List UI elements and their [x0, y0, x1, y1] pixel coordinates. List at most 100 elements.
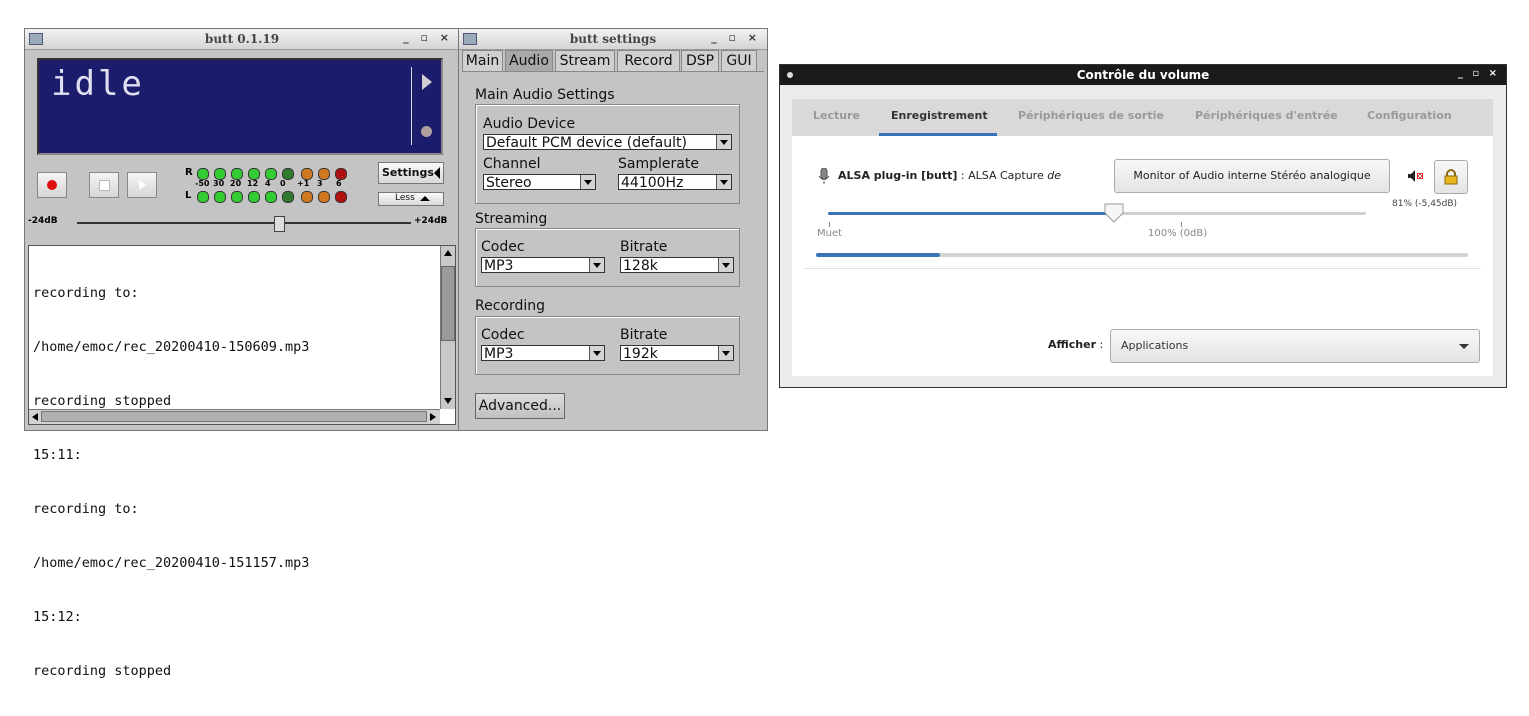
log-horizontal-scrollbar[interactable]	[29, 409, 440, 424]
stream-desc-em: de	[1047, 169, 1061, 182]
window-controls[interactable]: _ ▫ ×	[1458, 68, 1500, 79]
rec-bitrate-value: 192k	[623, 346, 658, 361]
vu-led	[282, 168, 294, 180]
vu-scale-label: 4	[265, 179, 271, 188]
log-line: recording stopped	[33, 663, 172, 679]
tab-main[interactable]: Main	[462, 50, 503, 72]
vu-led	[197, 191, 209, 203]
dropdown-arrow-icon	[589, 346, 604, 360]
channel-value: Stereo	[486, 175, 532, 190]
rec-bitrate-select[interactable]: 192k	[620, 345, 734, 361]
stream-bitrate-value: 128k	[623, 258, 658, 273]
vu-led	[231, 168, 243, 180]
vu-led	[301, 191, 313, 203]
vu-scale-label: 0	[280, 179, 286, 188]
log-hscroll-thumb[interactable]	[41, 411, 427, 422]
source-device-button[interactable]: Monitor of Audio interne Stéréo analogiq…	[1114, 159, 1390, 193]
show-filter-value: Applications	[1121, 339, 1189, 352]
log-scroll-thumb[interactable]	[441, 266, 455, 341]
tab-record[interactable]: Record	[617, 50, 680, 72]
tab-dsp[interactable]: DSP	[681, 50, 719, 72]
rec-bitrate-label: Bitrate	[620, 327, 668, 343]
log-line: 15:12:	[33, 609, 82, 625]
dropdown-arrow-icon	[718, 346, 733, 360]
vu-right-label: R	[185, 167, 193, 178]
channel-select[interactable]: Stereo	[483, 174, 596, 190]
butt-titlebar: butt 0.1.19 _ ▫ ×	[25, 29, 459, 50]
log-vertical-scrollbar[interactable]	[440, 246, 455, 409]
volume-slider-track[interactable]	[828, 203, 1366, 223]
scroll-down-icon[interactable]	[444, 398, 452, 404]
row-separator	[804, 268, 1481, 269]
tab-enregistrement[interactable]: Enregistrement	[891, 109, 988, 122]
stream-separator: :	[957, 169, 969, 182]
log-text: recording to: /home/emoc/rec_20200410-15…	[33, 248, 309, 716]
tab-configuration[interactable]: Configuration	[1367, 109, 1452, 122]
vu-scale-label: 6	[336, 179, 342, 188]
window-controls[interactable]: _ ▫ ×	[711, 31, 761, 44]
window-controls[interactable]: _ ▫ ×	[403, 31, 453, 44]
collapse-arrow-icon	[434, 167, 440, 179]
vu-led	[265, 168, 277, 180]
vu-scale-label: +1	[297, 179, 310, 188]
lock-icon	[1444, 169, 1458, 185]
scroll-up-icon[interactable]	[444, 250, 452, 256]
play-button[interactable]	[127, 172, 157, 198]
audio-device-select[interactable]: Default PCM device (default)	[483, 134, 732, 150]
stream-name: ALSA plug-in [butt]	[838, 169, 958, 182]
vu-scale-label: 20	[230, 179, 242, 188]
dropdown-arrow-icon	[1459, 344, 1469, 349]
butt-settings-window: butt settings _ ▫ × Main Audio Stream Re…	[458, 28, 768, 431]
speaker-muted-icon[interactable]	[1408, 170, 1424, 182]
hundred-percent-label: 100% (0dB)	[1148, 228, 1208, 239]
stream-bitrate-select[interactable]: 128k	[620, 257, 734, 273]
mute-label: Muet	[817, 228, 843, 239]
settings-button[interactable]: Settings	[378, 162, 444, 184]
vu-led	[265, 191, 277, 203]
tab-stream[interactable]: Stream	[555, 50, 615, 72]
vu-led	[318, 168, 330, 180]
gain-min-label: -24dB	[28, 216, 58, 226]
settings-titlebar: butt settings _ ▫ ×	[459, 29, 767, 50]
record-indicator-icon	[421, 126, 432, 137]
tab-peripheriques-entree[interactable]: Périphériques d'entrée	[1195, 109, 1338, 122]
vu-led	[197, 168, 209, 180]
scroll-left-icon[interactable]	[32, 413, 38, 421]
volume-slider-fill	[828, 212, 1114, 215]
samplerate-select[interactable]: 44100Hz	[618, 174, 732, 190]
tab-audio[interactable]: Audio	[505, 50, 553, 71]
stop-button[interactable]	[89, 172, 119, 198]
stream-codec-select[interactable]: MP3	[481, 257, 605, 273]
volume-window-title: Contrôle du volume	[1076, 68, 1210, 82]
play-icon	[139, 180, 146, 190]
record-button[interactable]	[37, 172, 67, 198]
volume-slider-thumb[interactable]	[1104, 203, 1124, 223]
streaming-heading: Streaming	[475, 211, 548, 227]
vu-led	[214, 168, 226, 180]
advanced-button[interactable]: Advanced...	[475, 393, 565, 419]
hundred-percent-tick	[1181, 222, 1182, 227]
gain-slider-track[interactable]	[77, 222, 411, 224]
rec-codec-select[interactable]: MP3	[481, 345, 605, 361]
stream-bitrate-label: Bitrate	[620, 239, 668, 255]
tab-peripheriques-sortie[interactable]: Périphériques de sortie	[1018, 109, 1164, 122]
play-indicator-icon	[422, 74, 432, 90]
log-line: recording to:	[33, 501, 139, 517]
vu-scale-label: 12	[247, 179, 259, 188]
log-panel[interactable]: recording to: /home/emoc/rec_20200410-15…	[28, 245, 456, 679]
samplerate-value: 44100Hz	[621, 175, 684, 190]
scroll-right-icon[interactable]	[430, 413, 436, 421]
stream-codec-value: MP3	[484, 258, 514, 273]
tab-lecture[interactable]: Lecture	[813, 109, 860, 122]
vu-led	[335, 168, 347, 180]
volume-titlebar: Contrôle du volume _ ▫ ×	[780, 65, 1506, 85]
butt-main-window: butt 0.1.19 _ ▫ × idle R L -50 30 20 12 …	[24, 28, 460, 679]
tab-gui[interactable]: GUI	[721, 50, 757, 72]
gain-slider-thumb[interactable]	[274, 216, 285, 232]
up-arrow-icon	[420, 196, 430, 201]
less-button[interactable]: Less	[378, 192, 444, 206]
log-line: recording to:	[33, 285, 139, 301]
recording-panel: ALSA plug-in [butt] : ALSA Capture de Mo…	[792, 136, 1493, 376]
show-filter-dropdown[interactable]: Applications	[1110, 329, 1480, 363]
lock-channels-button[interactable]	[1434, 160, 1468, 194]
